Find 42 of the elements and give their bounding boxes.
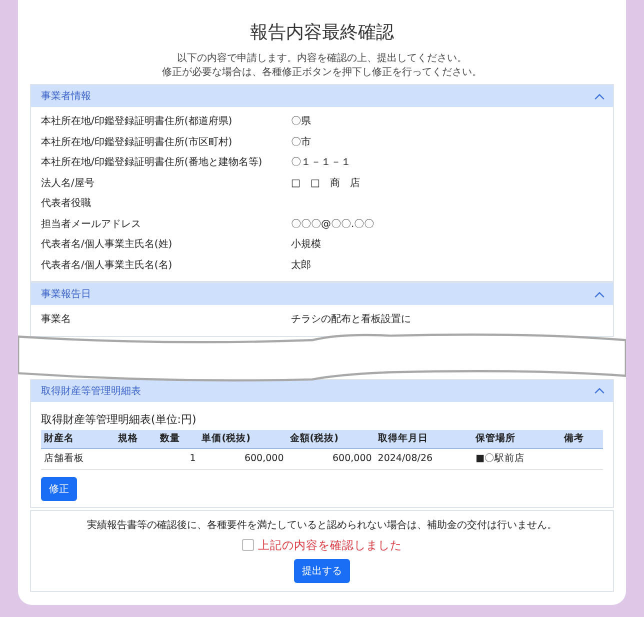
field-value: 〇１－１－１ <box>291 156 351 170</box>
section-header[interactable]: 事業報告日 <box>31 283 613 305</box>
page-title: 報告内容最終確認 <box>249 21 395 44</box>
column-header: 保管場所 <box>472 430 562 448</box>
field-value: チラシの配布と看板設置に <box>291 312 411 326</box>
edit-button[interactable]: 修正 <box>41 476 77 500</box>
checkbox-label: 上記の内容を確認しました <box>258 538 402 552</box>
column-header: 金額(税抜) <box>286 430 375 448</box>
table-cell: 1 <box>190 453 196 464</box>
column-header: 財産名 <box>41 430 116 448</box>
field-value: 小規模 <box>291 238 321 252</box>
field-label: 代表者名/個人事業主氏名(名) <box>41 258 174 272</box>
intro-text: 以下の内容で申請します。内容を確認の上、提出してください。 <box>177 52 467 65</box>
table-cell: 600,000 <box>244 453 284 464</box>
field-label: 本社所在地/印鑑登録証明書住所(都道府県) <box>41 114 234 128</box>
table-caption: 取得財産等管理明細表(単位:円) <box>41 412 198 426</box>
field-value: □ □ 商 店 <box>291 176 360 190</box>
field-value: 〇市 <box>291 136 311 149</box>
column-header: 数量 <box>156 430 199 448</box>
field-value: 〇県 <box>291 115 311 128</box>
field-value: 〇〇〇@〇〇.〇〇 <box>291 218 374 231</box>
intro-text: 修正が必要な場合は、各種修正ボタンを押下し修正を行ってください。 <box>162 66 482 79</box>
field-label: 代表者名/個人事業主氏名(姓) <box>41 238 174 252</box>
table-cell: 店舗看板 <box>44 453 84 464</box>
field-label: 法人名/屋号 <box>41 176 96 190</box>
notice-text: 実績報告書等の確認後に、各種要件を満たしていると認められない場合は、補助金の交付は行いません。 <box>87 518 557 532</box>
field-label: 本社所在地/印鑑登録証明書住所(番地と建物名等) <box>41 156 264 170</box>
field-label: 担当者メールアドレス <box>41 218 142 231</box>
table-cell: ■〇駅前店 <box>476 453 525 464</box>
column-header: 取得年月日 <box>374 430 473 448</box>
section-header[interactable]: 取得財産等管理明細表 <box>31 380 613 402</box>
table-cell: 2024/08/26 <box>378 453 433 464</box>
field-label: 事業名 <box>41 312 72 326</box>
column-header: 規格 <box>115 430 157 448</box>
table-cell: 600,000 <box>332 453 372 464</box>
column-header: 備考 <box>561 430 603 448</box>
submit-button[interactable]: 提出する <box>294 558 350 582</box>
section-header[interactable]: 事業者情報 <box>31 85 613 107</box>
column-header: 単価(税抜) <box>198 430 287 448</box>
field-label: 本社所在地/印鑑登録証明書住所(市区町村) <box>41 136 234 149</box>
field-label: 代表者役職 <box>41 196 92 210</box>
field-value: 太郎 <box>291 258 311 272</box>
